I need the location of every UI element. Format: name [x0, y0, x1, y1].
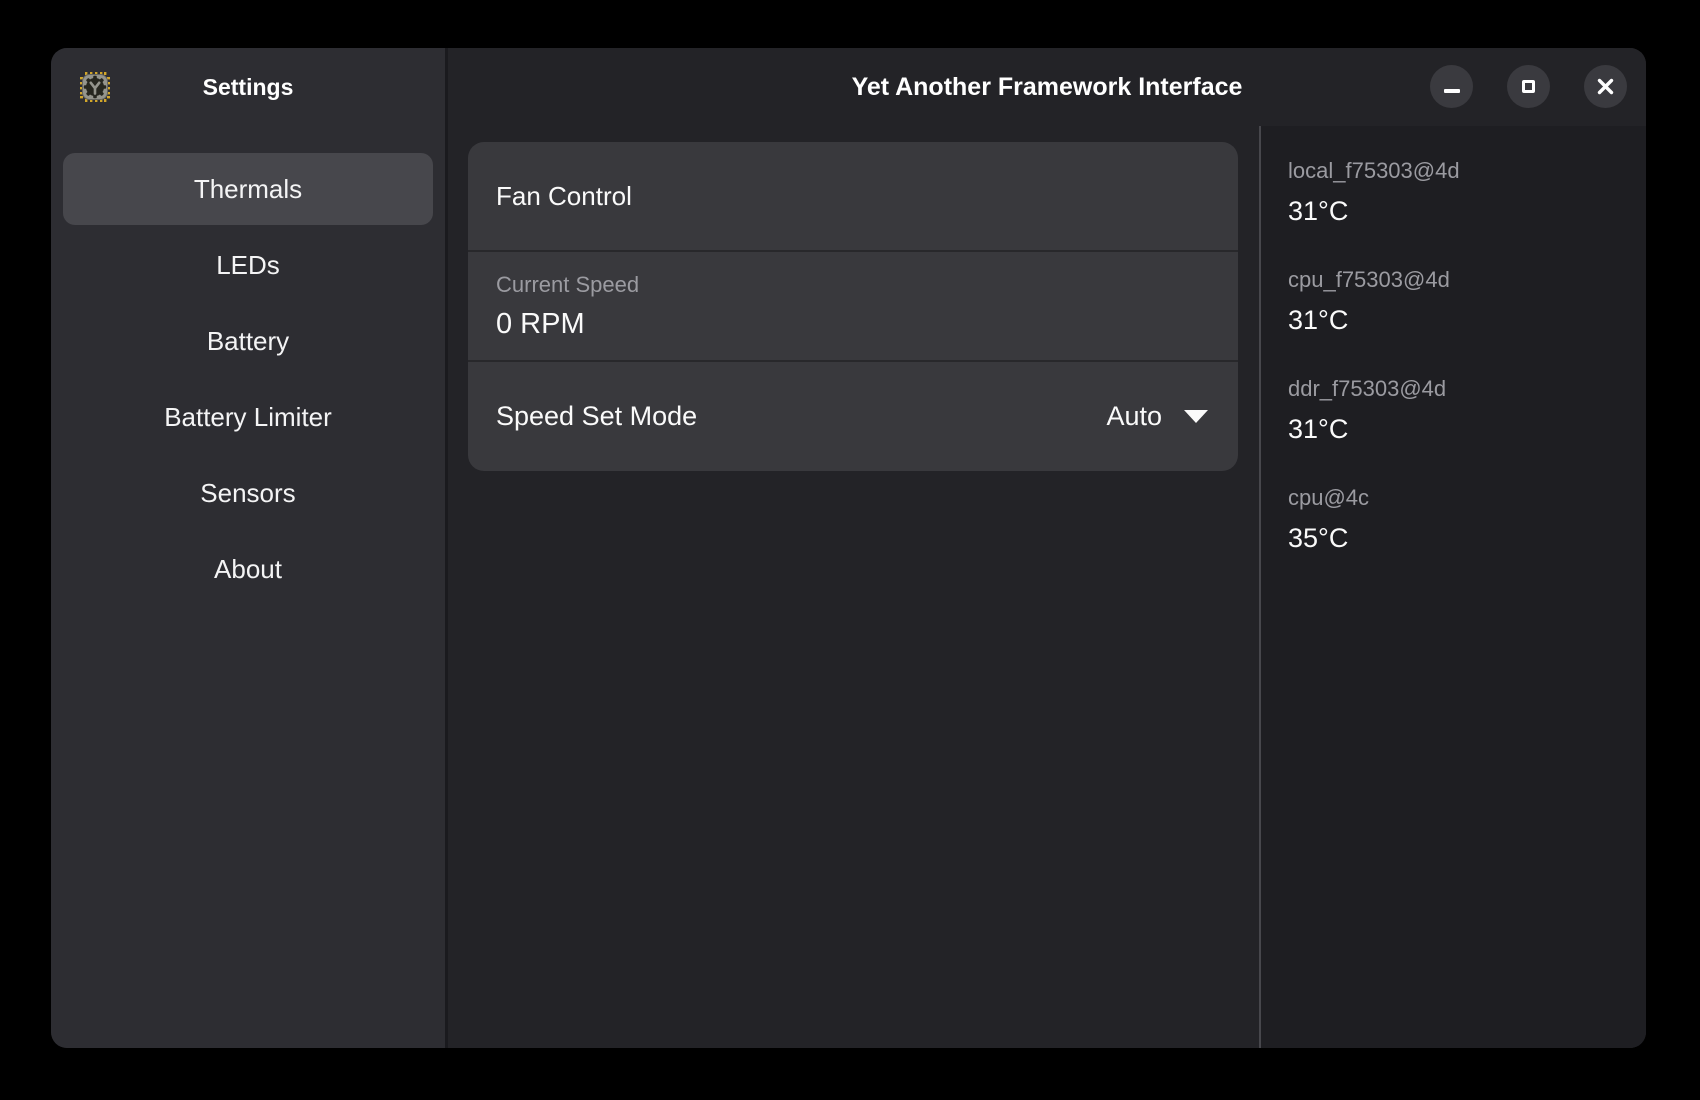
- sidebar-item-battery[interactable]: Battery: [63, 305, 433, 377]
- close-icon: [1597, 78, 1614, 95]
- sensor-value: 35°C: [1288, 523, 1626, 554]
- sensor-item: ddr_f75303@4d 31°C: [1288, 376, 1626, 445]
- maximize-icon: [1522, 80, 1535, 93]
- chevron-down-icon: [1184, 410, 1208, 423]
- sidebar-item-label: Thermals: [194, 174, 302, 205]
- sensor-name: local_f75303@4d: [1288, 158, 1626, 184]
- main-area: Yet Another Framework Interface: [448, 48, 1646, 1048]
- sidebar-item-label: Battery Limiter: [164, 402, 332, 433]
- sidebar-item-battery-limiter[interactable]: Battery Limiter: [63, 381, 433, 453]
- sidebar-item-leds[interactable]: LEDs: [63, 229, 433, 301]
- sensors-panel: local_f75303@4d 31°C cpu_f75303@4d 31°C …: [1261, 126, 1646, 1048]
- fan-control-card: Fan Control Current Speed 0 RPM Speed Se…: [468, 142, 1238, 471]
- sensor-value: 31°C: [1288, 196, 1626, 227]
- sensor-value: 31°C: [1288, 414, 1626, 445]
- speed-set-mode-row: Speed Set Mode Auto: [468, 362, 1238, 471]
- app-window: Settings Thermals LEDs Battery Battery L…: [51, 48, 1646, 1048]
- window-controls: [1430, 65, 1627, 108]
- sidebar-item-sensors[interactable]: Sensors: [63, 457, 433, 529]
- sidebar-item-thermals[interactable]: Thermals: [63, 153, 433, 225]
- sensor-value: 31°C: [1288, 305, 1626, 336]
- sidebar-header: Settings: [51, 48, 445, 126]
- header-bar: Yet Another Framework Interface: [448, 48, 1646, 126]
- speed-mode-dropdown[interactable]: Auto: [1104, 401, 1210, 432]
- current-speed-label: Current Speed: [496, 272, 1210, 298]
- speed-set-mode-label: Speed Set Mode: [496, 401, 697, 432]
- minimize-icon: [1444, 89, 1460, 93]
- minimize-button[interactable]: [1430, 65, 1473, 108]
- sidebar-item-label: Sensors: [200, 478, 295, 509]
- current-speed-value: 0 RPM: [496, 308, 1210, 341]
- content-pane: Fan Control Current Speed 0 RPM Speed Se…: [448, 126, 1259, 1048]
- sidebar-item-about[interactable]: About: [63, 533, 433, 605]
- fan-control-title: Fan Control: [496, 181, 632, 212]
- current-speed-row: Current Speed 0 RPM: [468, 252, 1238, 360]
- window-title: Yet Another Framework Interface: [852, 73, 1243, 102]
- sidebar-item-label: Battery: [207, 326, 289, 357]
- maximize-button[interactable]: [1507, 65, 1550, 108]
- sidebar-item-label: About: [214, 554, 282, 585]
- sensor-item: cpu@4c 35°C: [1288, 485, 1626, 554]
- close-button[interactable]: [1584, 65, 1627, 108]
- sensor-name: ddr_f75303@4d: [1288, 376, 1626, 402]
- app-gear-chip-icon: [79, 71, 111, 103]
- sidebar-item-label: LEDs: [216, 250, 280, 281]
- sidebar-list: Thermals LEDs Battery Battery Limiter Se…: [51, 153, 445, 605]
- sidebar: Settings Thermals LEDs Battery Battery L…: [51, 48, 448, 1048]
- fan-control-header: Fan Control: [468, 142, 1238, 250]
- sensor-item: cpu_f75303@4d 31°C: [1288, 267, 1626, 336]
- main-body: Fan Control Current Speed 0 RPM Speed Se…: [448, 126, 1646, 1048]
- sensor-item: local_f75303@4d 31°C: [1288, 158, 1626, 227]
- sidebar-title: Settings: [203, 74, 294, 101]
- speed-mode-value: Auto: [1106, 401, 1162, 432]
- sensor-name: cpu_f75303@4d: [1288, 267, 1626, 293]
- sensor-name: cpu@4c: [1288, 485, 1626, 511]
